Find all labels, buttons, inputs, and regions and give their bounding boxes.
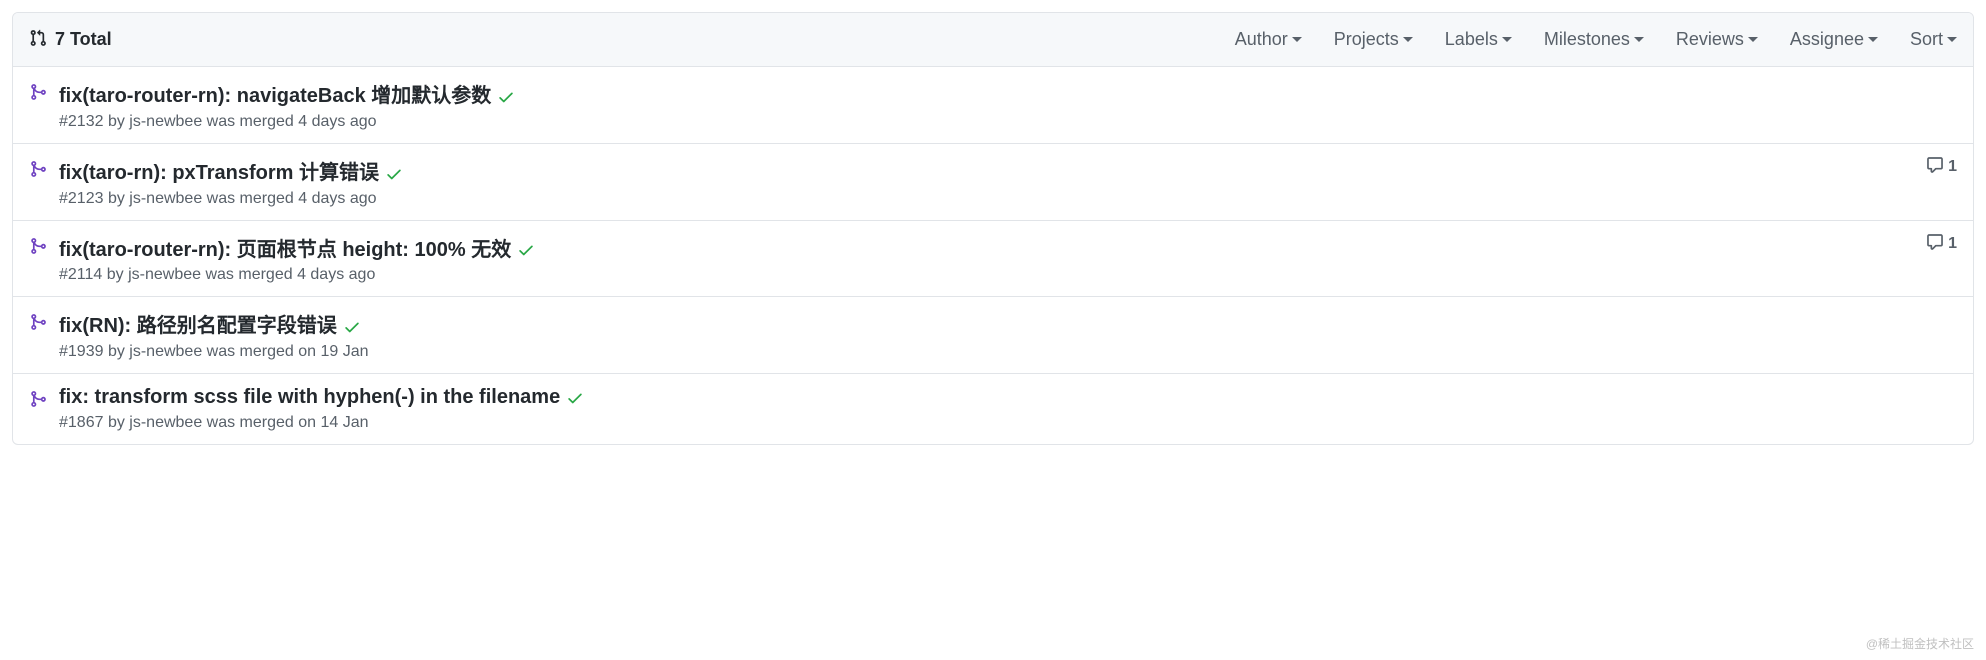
filter-label: Sort	[1910, 29, 1943, 50]
check-icon[interactable]	[385, 170, 403, 186]
pr-state-icon-column	[29, 386, 59, 432]
caret-down-icon	[1634, 37, 1644, 42]
pr-comments-count: 1	[1948, 158, 1957, 176]
pr-content: fix(taro-rn): pxTransform 计算错误 1 #2123 by …	[59, 156, 1957, 208]
pr-title-row: fix(taro-router-rn): navigateBack 增加默认参数	[59, 79, 1957, 109]
caret-down-icon	[1947, 37, 1957, 42]
total-count: 7 Total	[55, 29, 112, 50]
filter-labels[interactable]: Labels	[1445, 29, 1512, 50]
pr-row: fix: transform scss file with hyphen(-) …	[13, 374, 1973, 444]
pr-state-icon-column	[29, 79, 59, 131]
pr-title-link[interactable]: fix: transform scss file with hyphen(-) …	[59, 386, 560, 408]
pr-title-row: fix(RN): 路径别名配置字段错误	[59, 309, 1957, 339]
pr-row: fix(taro-router-rn): 页面根节点 height: 100% …	[13, 221, 1973, 298]
pr-meta: #1939 by js-newbee was merged on 19 Jan	[59, 343, 1957, 361]
pr-title-main: fix: transform scss file with hyphen(-) …	[59, 386, 1957, 410]
pr-meta: #1867 by js-newbee was merged on 14 Jan	[59, 414, 1957, 432]
pr-row: fix(taro-router-rn): navigateBack 增加默认参数…	[13, 67, 1973, 144]
pr-title-link[interactable]: fix(taro-router-rn): 页面根节点 height: 100% …	[59, 239, 511, 261]
check-icon[interactable]	[517, 246, 535, 262]
merged-icon	[29, 165, 47, 181]
pr-comments-link[interactable]: 1	[1910, 156, 1957, 179]
merged-icon	[29, 395, 47, 411]
pr-title-row: fix(taro-rn): pxTransform 计算错误 1	[59, 156, 1957, 186]
pr-title-main: fix(taro-router-rn): 页面根节点 height: 100% …	[59, 233, 1910, 263]
filter-label: Milestones	[1544, 29, 1630, 50]
comment-icon	[1926, 233, 1944, 256]
pr-title-link[interactable]: fix(taro-rn): pxTransform 计算错误	[59, 162, 379, 184]
merged-icon	[29, 88, 47, 104]
pr-title-row: fix(taro-router-rn): 页面根节点 height: 100% …	[59, 233, 1957, 263]
caret-down-icon	[1403, 37, 1413, 42]
filter-author[interactable]: Author	[1235, 29, 1302, 50]
filter-projects[interactable]: Projects	[1334, 29, 1413, 50]
pr-title-link[interactable]: fix(RN): 路径别名配置字段错误	[59, 315, 337, 337]
caret-down-icon	[1502, 37, 1512, 42]
pr-content: fix(RN): 路径别名配置字段错误 #1939 by js-newbee wa…	[59, 309, 1957, 361]
comment-icon	[1926, 156, 1944, 179]
filter-sort[interactable]: Sort	[1910, 29, 1957, 50]
caret-down-icon	[1868, 37, 1878, 42]
filter-label: Assignee	[1790, 29, 1864, 50]
merged-icon	[29, 242, 47, 258]
pr-title-row: fix: transform scss file with hyphen(-) …	[59, 386, 1957, 410]
check-icon[interactable]	[343, 323, 361, 339]
pr-state-icon-column	[29, 309, 59, 361]
pr-meta: #2123 by js-newbee was merged 4 days ago	[59, 190, 1957, 208]
pr-comments-link[interactable]: 1	[1910, 233, 1957, 256]
filter-label: Author	[1235, 29, 1288, 50]
pr-title-main: fix(taro-router-rn): navigateBack 增加默认参数	[59, 79, 1957, 109]
pr-content: fix(taro-router-rn): 页面根节点 height: 100% …	[59, 233, 1957, 285]
check-icon[interactable]	[566, 394, 584, 410]
filter-assignee[interactable]: Assignee	[1790, 29, 1878, 50]
check-icon[interactable]	[497, 93, 515, 109]
header-filters: Author Projects Labels Milestones Reviews Ass…	[1235, 29, 1957, 50]
pull-request-icon	[29, 29, 47, 50]
pr-title-main: fix(taro-rn): pxTransform 计算错误	[59, 156, 1910, 186]
filter-reviews[interactable]: Reviews	[1676, 29, 1758, 50]
merged-icon	[29, 318, 47, 334]
filter-label: Projects	[1334, 29, 1399, 50]
pr-state-icon-column	[29, 156, 59, 208]
pr-title-main: fix(RN): 路径别名配置字段错误	[59, 309, 1957, 339]
caret-down-icon	[1292, 37, 1302, 42]
watermark: @稀土掘金技术社区	[1866, 635, 1974, 652]
header-left: 7 Total	[29, 29, 1235, 50]
pr-content: fix(taro-router-rn): navigateBack 增加默认参数…	[59, 79, 1957, 131]
filter-milestones[interactable]: Milestones	[1544, 29, 1644, 50]
pr-meta: #2132 by js-newbee was merged 4 days ago	[59, 113, 1957, 131]
pr-meta: #2114 by js-newbee was merged 4 days ago	[59, 266, 1957, 284]
pr-state-icon-column	[29, 233, 59, 285]
filter-label: Reviews	[1676, 29, 1744, 50]
pr-row: fix(RN): 路径别名配置字段错误 #1939 by js-newbee wa…	[13, 297, 1973, 374]
caret-down-icon	[1748, 37, 1758, 42]
pr-content: fix: transform scss file with hyphen(-) …	[59, 386, 1957, 432]
pr-comments-count: 1	[1948, 235, 1957, 253]
pr-list: fix(taro-router-rn): navigateBack 增加默认参数…	[13, 67, 1973, 444]
list-header: 7 Total Author Projects Labels Milestones Re…	[13, 13, 1973, 67]
filter-label: Labels	[1445, 29, 1498, 50]
pr-row: fix(taro-rn): pxTransform 计算错误 1 #2123 by …	[13, 144, 1973, 221]
pr-title-link[interactable]: fix(taro-router-rn): navigateBack 增加默认参数	[59, 85, 491, 107]
pr-list-container: 7 Total Author Projects Labels Milestones Re…	[12, 12, 1974, 445]
